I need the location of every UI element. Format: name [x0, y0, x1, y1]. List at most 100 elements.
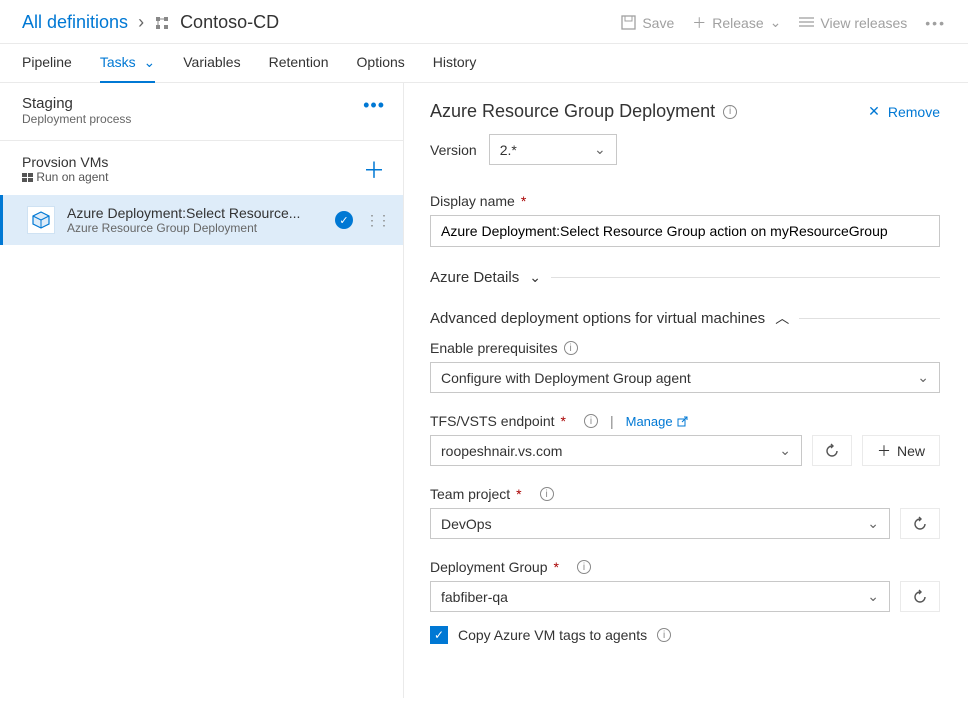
- ellipsis-icon: •••: [925, 15, 946, 31]
- release-button[interactable]: ＋ Release ⌄: [692, 13, 781, 33]
- azure-cube-icon: [27, 206, 55, 234]
- refresh-icon: [912, 589, 928, 605]
- task-item[interactable]: Azure Deployment:Select Resource... Azur…: [0, 195, 403, 245]
- divider: [799, 318, 940, 319]
- external-link-icon: [677, 416, 688, 427]
- required-asterisk: *: [561, 413, 566, 429]
- manage-endpoint-link[interactable]: Manage: [626, 414, 688, 429]
- check-icon: ✓: [335, 211, 353, 229]
- version-value: 2.*: [500, 142, 517, 158]
- copy-tags-label: Copy Azure VM tags to agents: [458, 627, 647, 643]
- divider: [551, 277, 940, 278]
- refresh-icon: [912, 516, 928, 532]
- required-asterisk: *: [554, 559, 559, 575]
- info-icon[interactable]: i: [540, 487, 554, 501]
- agent-icon: [22, 173, 33, 182]
- chevron-down-icon: ⌄: [529, 269, 541, 286]
- version-label: Version: [430, 142, 477, 158]
- check-icon: ✓: [434, 628, 444, 642]
- info-icon[interactable]: i: [564, 341, 578, 355]
- remove-task-button[interactable]: ✕ Remove: [868, 103, 940, 120]
- save-label: Save: [642, 15, 674, 31]
- separator: |: [610, 413, 614, 429]
- toolbar-actions: Save ＋ Release ⌄ View releases •••: [621, 13, 946, 33]
- plus-icon: ＋: [363, 158, 385, 183]
- new-label: New: [897, 443, 925, 459]
- tab-history[interactable]: History: [433, 54, 477, 82]
- section-azure-details[interactable]: Azure Details ⌄: [430, 269, 940, 286]
- chevron-down-icon: ⌄: [867, 588, 879, 605]
- enable-prereq-label: Enable prerequisites: [430, 340, 558, 356]
- tab-variables[interactable]: Variables: [183, 54, 240, 82]
- chevron-down-icon: ⌄: [867, 515, 879, 532]
- refresh-button[interactable]: [900, 508, 940, 539]
- tab-tasks-label: Tasks: [100, 54, 136, 70]
- info-icon[interactable]: i: [723, 105, 737, 119]
- team-project-value: DevOps: [441, 516, 492, 532]
- pipeline-icon: [154, 15, 170, 31]
- stage-more-button[interactable]: •••: [363, 95, 385, 116]
- plus-icon: ＋: [692, 13, 706, 33]
- save-button[interactable]: Save: [621, 15, 674, 31]
- plus-icon: ＋: [877, 441, 891, 461]
- remove-label: Remove: [888, 104, 940, 120]
- info-icon[interactable]: i: [657, 628, 671, 642]
- team-project-select[interactable]: DevOps ⌄: [430, 508, 890, 539]
- drag-handle[interactable]: ⋮⋮: [365, 212, 389, 229]
- ellipsis-icon: •••: [363, 95, 385, 115]
- refresh-button[interactable]: [900, 581, 940, 612]
- section-advanced-options[interactable]: Advanced deployment options for virtual …: [430, 308, 940, 328]
- job-row[interactable]: Provsion VMs Run on agent ＋: [0, 141, 403, 195]
- tab-tasks[interactable]: Tasks ⌄: [100, 54, 155, 83]
- version-select[interactable]: 2.* ⌄: [489, 134, 617, 165]
- section-azure-details-label: Azure Details: [430, 269, 519, 286]
- endpoint-value: roopeshnair.vs.com: [441, 443, 562, 459]
- chevron-down-icon: ⌄: [779, 442, 791, 459]
- tab-pipeline[interactable]: Pipeline: [22, 54, 72, 82]
- job-name: Provsion VMs: [22, 154, 108, 170]
- display-name-input[interactable]: [430, 215, 940, 247]
- task-title: Azure Deployment:Select Resource...: [67, 205, 323, 221]
- copy-tags-checkbox[interactable]: ✓: [430, 626, 448, 644]
- view-releases-button[interactable]: View releases: [799, 15, 907, 31]
- stage-subtitle: Deployment process: [22, 112, 131, 126]
- panel-title: Azure Resource Group Deployment: [430, 101, 715, 122]
- stage-name[interactable]: Staging: [22, 95, 131, 112]
- tab-options[interactable]: Options: [357, 54, 405, 82]
- chevron-down-icon: ⌄: [144, 54, 156, 70]
- list-icon: [799, 16, 814, 29]
- manage-label: Manage: [626, 414, 673, 429]
- required-asterisk: *: [516, 486, 521, 502]
- required-asterisk: *: [521, 193, 526, 209]
- enable-prereq-select[interactable]: Configure with Deployment Group agent ⌄: [430, 362, 940, 393]
- breadcrumb-all-definitions[interactable]: All definitions: [22, 12, 128, 33]
- pipeline-title: Contoso-CD: [180, 12, 279, 33]
- info-icon[interactable]: i: [584, 414, 598, 428]
- endpoint-select[interactable]: roopeshnair.vs.com ⌄: [430, 435, 802, 466]
- chevron-down-icon: ⌄: [594, 141, 606, 158]
- new-endpoint-button[interactable]: ＋ New: [862, 435, 940, 466]
- refresh-icon: [824, 443, 840, 459]
- release-label: Release: [712, 15, 763, 31]
- tab-retention[interactable]: Retention: [269, 54, 329, 82]
- deployment-group-select[interactable]: fabfiber-qa ⌄: [430, 581, 890, 612]
- refresh-button[interactable]: [812, 435, 852, 466]
- info-icon[interactable]: i: [577, 560, 591, 574]
- enable-prereq-value: Configure with Deployment Group agent: [441, 370, 691, 386]
- deployment-group-value: fabfiber-qa: [441, 589, 508, 605]
- chevron-right-icon: ›: [138, 12, 144, 33]
- save-icon: [621, 15, 636, 30]
- task-subtitle: Azure Resource Group Deployment: [67, 221, 323, 235]
- add-task-button[interactable]: ＋: [363, 153, 385, 185]
- job-agent-label: Run on agent: [22, 170, 108, 184]
- endpoint-label: TFS/VSTS endpoint: [430, 413, 555, 429]
- breadcrumb: All definitions › Contoso-CD: [22, 12, 279, 33]
- close-icon: ✕: [868, 103, 880, 120]
- chevron-down-icon: ⌄: [770, 14, 782, 31]
- view-releases-label: View releases: [820, 15, 907, 31]
- team-project-label: Team project: [430, 486, 510, 502]
- deployment-group-label: Deployment Group: [430, 559, 548, 575]
- more-actions-button[interactable]: •••: [925, 15, 946, 31]
- chevron-up-icon: ︿: [775, 308, 789, 328]
- chevron-down-icon: ⌄: [917, 369, 929, 386]
